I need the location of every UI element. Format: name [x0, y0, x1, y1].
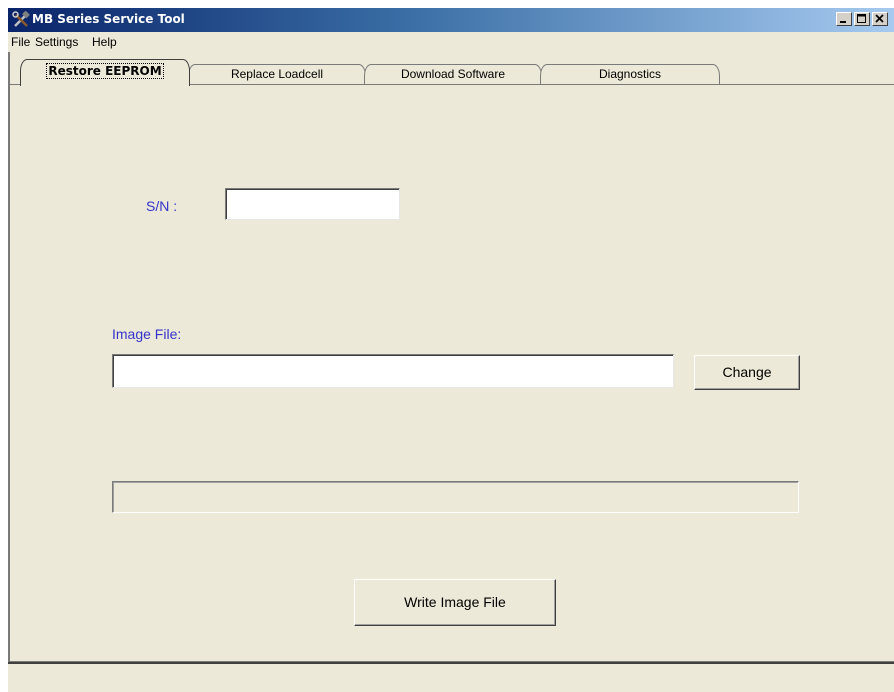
tools-icon — [12, 10, 30, 29]
tab-replace-loadcell[interactable]: Replace Loadcell — [188, 64, 366, 85]
sn-label: S/N : — [146, 198, 178, 214]
tab-label: Restore EEPROM — [46, 63, 164, 79]
tab-label: Diagnostics — [598, 67, 662, 81]
progress-bar — [112, 481, 799, 513]
menu-help[interactable]: Help — [92, 35, 117, 49]
image-file-label: Image File: — [112, 326, 182, 342]
sn-input[interactable] — [225, 188, 400, 220]
tab-restore-eeprom[interactable]: Restore EEPROM — [20, 59, 190, 86]
caption-buttons — [834, 12, 888, 28]
image-file-input[interactable] — [112, 354, 674, 388]
change-button[interactable]: Change — [694, 355, 800, 390]
maximize-button[interactable] — [854, 12, 870, 26]
menu-bar: File Settings Help — [8, 32, 894, 52]
title-bar[interactable]: MB Series Service Tool — [8, 8, 894, 32]
minimize-icon — [840, 21, 846, 23]
tab-diagnostics[interactable]: Diagnostics — [540, 64, 720, 85]
menu-file[interactable]: File — [11, 35, 30, 49]
menu-settings[interactable]: Settings — [35, 35, 78, 49]
write-image-file-button[interactable]: Write Image File — [354, 579, 556, 626]
tab-download-software[interactable]: Download Software — [364, 64, 542, 85]
window-title: MB Series Service Tool — [32, 12, 185, 26]
tab-label: Replace Loadcell — [230, 67, 324, 81]
tab-strip: Restore EEPROM Replace Loadcell Download… — [8, 52, 894, 86]
restore-eeprom-panel: S/N : Image File: Change Write Image Fil… — [8, 85, 894, 665]
minimize-button[interactable] — [836, 12, 852, 26]
close-button[interactable] — [872, 12, 888, 26]
tab-label: Download Software — [400, 67, 506, 81]
main-window: MB Series Service Tool File Settings Hel… — [8, 8, 894, 692]
close-icon — [875, 14, 884, 23]
maximize-icon — [857, 14, 866, 23]
